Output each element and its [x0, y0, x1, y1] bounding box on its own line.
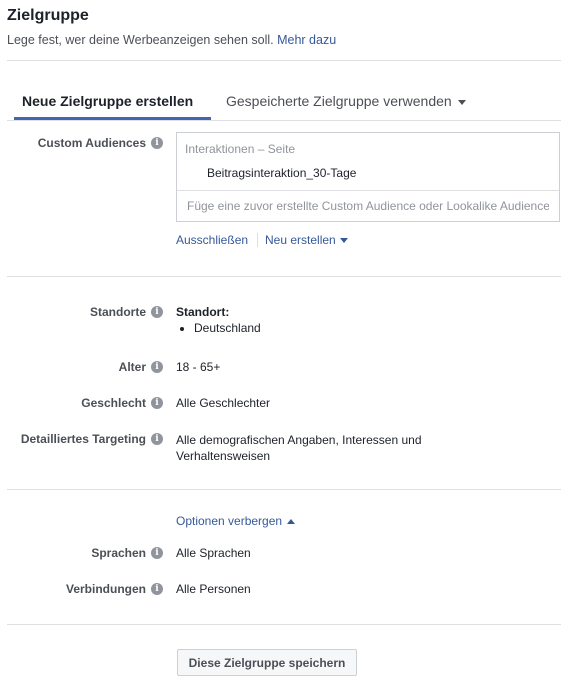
tabs-divider [7, 120, 561, 121]
save-audience-button[interactable]: Diese Zielgruppe speichern [177, 649, 357, 676]
selector-divider [177, 190, 559, 191]
chevron-down-icon [339, 238, 348, 244]
chevron-down-icon [457, 99, 466, 105]
custom-audience-selector[interactable]: Interaktionen – Seite Beitragsinteraktio… [176, 132, 560, 222]
header-divider [7, 60, 561, 61]
gender-value[interactable]: Alle Geschlechter [176, 396, 270, 410]
location-list: Deutschland [176, 321, 261, 335]
info-icon[interactable]: i [151, 583, 163, 595]
info-icon[interactable]: i [151, 306, 163, 318]
options-divider [7, 624, 561, 625]
selected-audience-item[interactable]: Beitragsinteraktion_30-Tage [207, 166, 356, 180]
exclude-link[interactable]: Ausschließen [176, 233, 248, 247]
chevron-up-icon [287, 519, 296, 525]
location-item: Deutschland [194, 321, 261, 335]
languages-value[interactable]: Alle Sprachen [176, 546, 251, 560]
targeting-divider [7, 489, 561, 490]
info-icon[interactable]: i [151, 397, 163, 409]
gender-label-text: Geschlecht [81, 396, 146, 410]
locations-label: Standorte i [90, 305, 163, 319]
create-new-label: Neu erstellen [265, 233, 336, 247]
audience-group-label: Interaktionen – Seite [185, 142, 296, 156]
custom-audiences-label: Custom Audiences i [38, 136, 163, 150]
location-heading: Standort: [176, 305, 230, 319]
connections-value[interactable]: Alle Personen [176, 582, 251, 596]
languages-label-text: Sprachen [91, 546, 146, 560]
custom-audience-search-input[interactable] [179, 192, 557, 220]
audiences-divider [7, 276, 561, 277]
connections-label: Verbindungen i [66, 582, 163, 596]
age-label: Alter i [119, 360, 163, 374]
languages-label: Sprachen i [91, 546, 163, 560]
link-separator [257, 233, 258, 247]
age-value[interactable]: 18 - 65+ [176, 360, 220, 374]
tab-new-audience[interactable]: Neue Zielgruppe erstellen [22, 93, 193, 109]
custom-audiences-label-text: Custom Audiences [37, 136, 146, 150]
detailed-targeting-value[interactable]: Alle demografischen Angaben, Interessen … [176, 432, 446, 464]
subtitle-text: Lege fest, wer deine Werbeanzeigen sehen… [7, 33, 274, 47]
locations-value[interactable]: Standort: Deutschland [176, 305, 261, 335]
tab-saved-audience-label: Gespeicherte Zielgruppe verwenden [226, 93, 452, 109]
locations-label-text: Standorte [89, 305, 146, 319]
detailed-targeting-label-text: Detailliertes Targeting [20, 432, 146, 446]
connections-label-text: Verbindungen [65, 582, 146, 596]
tab-saved-audience[interactable]: Gespeicherte Zielgruppe verwenden [226, 93, 466, 109]
hide-options-toggle[interactable]: Optionen verbergen [176, 514, 296, 528]
info-icon[interactable]: i [151, 547, 163, 559]
age-label-text: Alter [118, 360, 146, 374]
info-icon[interactable]: i [151, 137, 163, 149]
learn-more-link[interactable]: Mehr dazu [277, 33, 336, 47]
section-title: Zielgruppe [7, 7, 89, 24]
hide-options-label: Optionen verbergen [176, 514, 283, 528]
create-new-link[interactable]: Neu erstellen [265, 233, 348, 247]
info-icon[interactable]: i [151, 433, 163, 445]
section-subtitle: Lege fest, wer deine Werbeanzeigen sehen… [7, 33, 336, 47]
detailed-targeting-label: Detailliertes Targeting i [21, 432, 163, 446]
info-icon[interactable]: i [151, 361, 163, 373]
gender-label: Geschlecht i [81, 396, 163, 410]
